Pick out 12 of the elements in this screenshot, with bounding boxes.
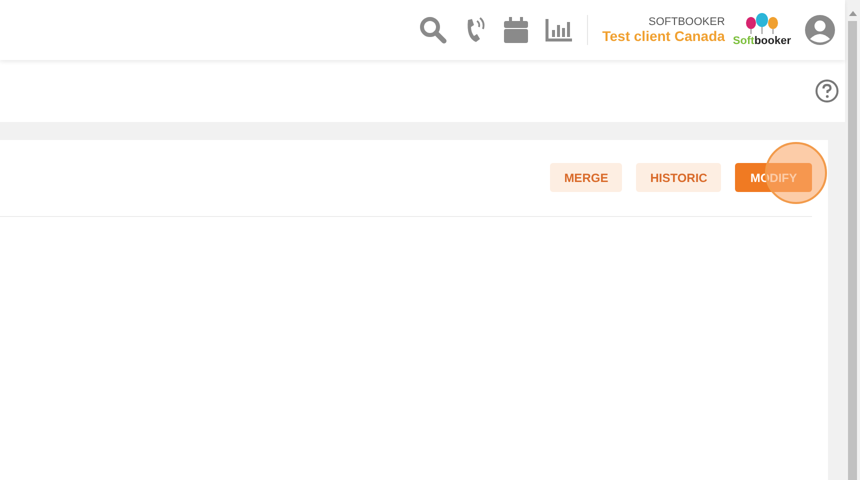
bar-chart-icon[interactable] xyxy=(545,17,574,43)
client-name: Test client Canada xyxy=(602,28,725,44)
calendar-icon[interactable] xyxy=(503,16,530,44)
company-name: SOFTBOOKER xyxy=(648,16,725,28)
scrollbar-thumb[interactable] xyxy=(848,21,857,480)
scroll-up-icon[interactable] xyxy=(848,10,856,16)
search-icon[interactable] xyxy=(419,16,448,44)
action-button[interactable]: HISTORIC xyxy=(636,163,722,192)
logo-text: Softbooker xyxy=(732,35,791,47)
action-button[interactable]: MERGE xyxy=(550,163,622,192)
user-avatar-icon[interactable] xyxy=(805,15,835,45)
help-icon[interactable] xyxy=(815,79,839,103)
